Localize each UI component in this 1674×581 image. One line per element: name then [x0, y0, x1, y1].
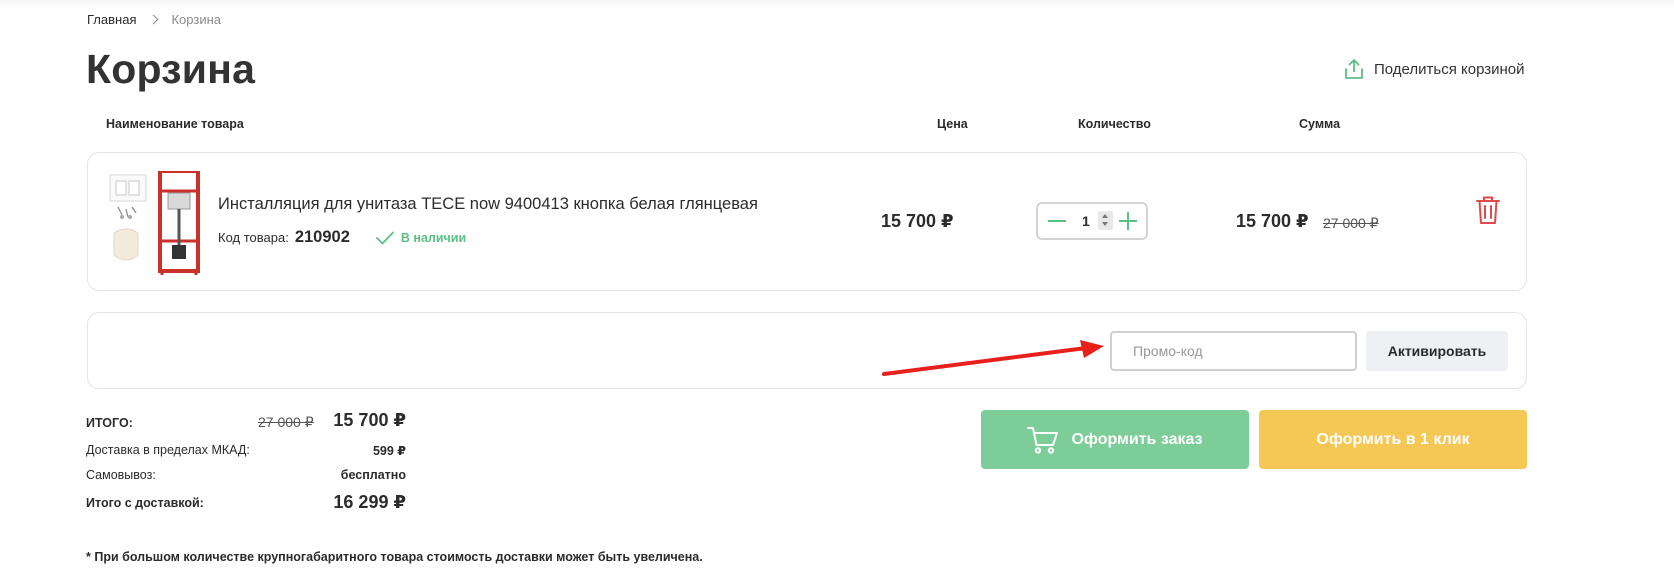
column-header-sum: Сумма [1299, 117, 1341, 131]
trash-icon[interactable] [1475, 195, 1501, 225]
column-header-quantity: Количество [1078, 117, 1151, 131]
delivery-label: Доставка в пределах МКАД: [86, 443, 250, 457]
place-order-button[interactable]: Оформить заказ [981, 410, 1249, 469]
breadcrumb-current: Корзина [171, 12, 222, 27]
decrease-quantity-button[interactable] [1048, 212, 1066, 230]
cart-item: Инсталляция для унитаза TECE now 9400413… [87, 152, 1527, 291]
pickup-value: бесплатно [340, 468, 406, 482]
summary-delivery-row: Доставка в пределах МКАД: 599 ₽ [86, 443, 406, 461]
check-icon [375, 231, 394, 244]
quantity-spinner[interactable] [1098, 211, 1113, 230]
spinner-down-icon [1102, 222, 1108, 226]
activate-promo-button[interactable]: Активировать [1366, 331, 1508, 371]
share-cart-label: Поделиться корзиной [1374, 60, 1525, 78]
pickup-label: Самовывоз: [86, 468, 156, 482]
stock-status: В наличии [375, 230, 467, 245]
item-sum: 15 700 ₽ [1236, 211, 1309, 231]
total-with-delivery-label: Итого с доставкой: [86, 496, 204, 510]
product-code: 210902 [294, 228, 350, 246]
spinner-up-icon [1102, 214, 1108, 218]
column-header-price: Цена [937, 117, 968, 131]
quantity-value[interactable]: 1 [1082, 213, 1090, 229]
chevron-right-icon [149, 14, 159, 25]
increase-quantity-button[interactable] [1119, 212, 1137, 230]
total-old-price: 27 000 ₽ [258, 414, 314, 430]
share-upload-icon [1345, 59, 1363, 79]
summary-pickup-row: Самовывоз: бесплатно [86, 468, 406, 486]
one-click-order-button[interactable]: Оформить в 1 клик [1259, 410, 1527, 469]
promo-code-input[interactable] [1110, 331, 1357, 371]
summary-total-row: ИТОГО: 27 000 ₽ 15 700 ₽ [86, 410, 406, 434]
share-cart-button[interactable]: Поделиться корзиной [1344, 58, 1525, 80]
column-header-name: Наименование товара [106, 117, 244, 131]
product-code-label: Код товара: [218, 230, 289, 245]
product-title-link[interactable]: Инсталляция для унитаза TECE now 9400413… [218, 195, 758, 214]
stock-label: В наличии [400, 230, 467, 245]
delivery-value: 599 ₽ [372, 444, 406, 458]
quantity-stepper: 1 [1036, 202, 1148, 240]
delivery-footnote: * При большом количестве крупногабаритно… [86, 550, 703, 564]
place-order-label: Оформить заказ [1071, 430, 1203, 448]
breadcrumb-home-link[interactable]: Главная [87, 12, 136, 27]
page-title: Корзина [86, 46, 256, 92]
annotation-arrow [882, 340, 1104, 376]
product-thumbnail[interactable] [108, 171, 208, 275]
top-shadow [0, 0, 1674, 8]
breadcrumb: Главная Корзина [87, 12, 221, 27]
product-meta: Код товара: 210902 В наличии [218, 228, 466, 247]
summary-with-delivery-row: Итого с доставкой: 16 299 ₽ [86, 490, 406, 514]
cart-icon [1027, 426, 1059, 454]
total-label: ИТОГО: [86, 416, 133, 430]
total-price: 15 700 ₽ [333, 410, 406, 430]
total-with-delivery-value: 16 299 ₽ [333, 492, 406, 512]
item-old-sum: 27 000 ₽ [1323, 215, 1379, 231]
item-price: 15 700 ₽ [881, 211, 954, 231]
